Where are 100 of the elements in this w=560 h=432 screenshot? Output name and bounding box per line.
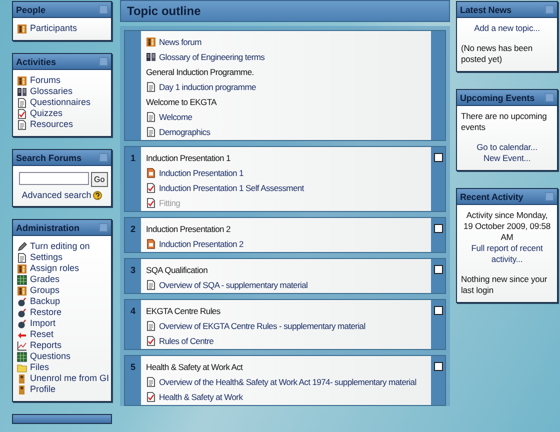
section-heading: Topic outline: [120, 0, 450, 22]
people-icon: [17, 286, 27, 296]
activity-link[interactable]: News forum: [146, 34, 428, 49]
checklist-icon: [17, 108, 27, 118]
ball-icon: [17, 296, 27, 306]
document-icon: [146, 280, 156, 290]
checkbox[interactable]: [434, 306, 442, 315]
section-label: Welcome to EKGTA: [146, 96, 218, 108]
activity-link[interactable]: Overview of the Health& Safety at Work Act 1974- supplementary material: [146, 374, 428, 389]
menu-link[interactable]: Profile: [17, 384, 107, 395]
menu-link[interactable]: Unenrol me from GI: [17, 373, 107, 384]
news-link[interactable]: New Event...: [461, 153, 553, 164]
grid-icon: [17, 274, 27, 284]
slides-icon: [146, 168, 156, 178]
menu-link[interactable]: Reports: [17, 340, 107, 351]
search-field[interactable]: [19, 172, 89, 185]
people-icon: [17, 24, 27, 34]
activity-link[interactable]: Glossary of Engineering terms: [146, 49, 428, 64]
section-label: General Induction Programme.: [146, 66, 255, 79]
pencil-icon: [17, 242, 27, 252]
people-icon: [17, 264, 27, 274]
document-icon: [146, 376, 156, 386]
activity-link[interactable]: Rules of Centre: [146, 333, 428, 348]
section-number: 3: [129, 264, 136, 277]
news-link[interactable]: Add a new topic...: [461, 23, 553, 34]
section-label: SQA Qualification: [146, 264, 209, 277]
menu-link[interactable]: Turn editing on: [17, 241, 107, 252]
checklist-icon: [146, 392, 156, 402]
menu-link[interactable]: Groups: [17, 285, 107, 296]
book-icon: [17, 86, 27, 96]
info-text: Nothing new since your last login: [461, 274, 548, 296]
section-label: Induction Presentation 2: [146, 222, 232, 236]
help-icon[interactable]: [93, 190, 102, 200]
activity-link[interactable]: Induction Presentation 1: [146, 165, 428, 180]
block-title: Upcoming Events: [460, 92, 535, 102]
section-number: 5: [129, 361, 136, 374]
activity-link[interactable]: Overview of EKGTA Centre Rules - supplementary material: [146, 318, 428, 333]
checklist-icon: [146, 182, 156, 192]
section-label: Induction Presentation 1: [146, 152, 232, 164]
folder-icon: [17, 362, 27, 372]
menu-link[interactable]: Grades: [17, 274, 107, 285]
info-text: (No news has been posted yet): [461, 43, 534, 65]
chart-icon: [17, 340, 27, 350]
activity-link[interactable]: Overview of SQA - supplementary material: [146, 277, 428, 292]
go-button[interactable]: Go: [91, 172, 108, 187]
activity-link[interactable]: Day 1 induction programme: [146, 79, 428, 94]
menu-link[interactable]: Import: [17, 318, 107, 329]
news-link[interactable]: Full report of recent activity...: [461, 243, 553, 265]
checkbox[interactable]: [434, 224, 442, 233]
activity-link[interactable]: Health & Safety at Work: [146, 389, 428, 404]
menu-link[interactable]: Assign roles: [17, 263, 107, 274]
slides-icon: [146, 238, 156, 248]
block-title: Recent Activity: [460, 192, 524, 202]
activity-link[interactable]: Induction Presentation 1 Self Assessment: [146, 180, 428, 195]
people-icon: [17, 76, 27, 86]
section-number: 2: [129, 223, 136, 236]
block-title: People: [16, 4, 46, 14]
block-title: Search Forums: [16, 152, 82, 162]
block-title: Activities: [16, 56, 56, 66]
news-link[interactable]: Go to calendar...: [461, 142, 553, 153]
grid-icon: [17, 352, 27, 362]
document-icon: [17, 120, 27, 130]
activity-note: Activity since Monday, 19 October 2009, 09:58 AM: [462, 210, 552, 243]
checkbox[interactable]: [434, 265, 442, 274]
info-text: There are no upcoming events: [461, 111, 548, 133]
menu-link[interactable]: Reset: [17, 329, 107, 340]
checklist-icon: [146, 198, 156, 208]
document-icon: [146, 82, 156, 92]
checkbox[interactable]: [434, 362, 442, 371]
document-icon: [146, 126, 156, 136]
menu-link[interactable]: Restore: [17, 307, 107, 318]
activity-link[interactable]: Demographics: [146, 124, 428, 139]
menu-link[interactable]: Settings: [17, 252, 107, 263]
document-icon: [17, 252, 27, 262]
menu-link[interactable]: Glossaries: [17, 86, 107, 97]
menu-link[interactable]: Questions: [17, 351, 107, 362]
ball-icon: [17, 308, 27, 318]
checkbox[interactable]: [434, 153, 442, 162]
section-label: Health & Safety at Work Act: [146, 360, 244, 374]
activity-link[interactable]: Welcome: [146, 109, 428, 124]
menu-link[interactable]: Forums: [17, 75, 107, 86]
menu-link[interactable]: Quizzes: [17, 108, 107, 119]
ball-icon: [17, 318, 27, 328]
book-icon: [146, 52, 156, 62]
document-icon: [17, 98, 27, 108]
section-number: 1: [129, 152, 136, 165]
menu-link[interactable]: Questionnaires: [17, 97, 107, 108]
menu-link[interactable]: Backup: [17, 296, 107, 307]
checklist-icon: [146, 336, 156, 346]
block-title: Administration: [16, 222, 80, 232]
block-title: Latest News: [460, 4, 512, 14]
document-icon: [146, 112, 156, 122]
section-label: EKGTA Centre Rules: [146, 304, 222, 318]
section-number: 4: [129, 305, 136, 318]
menu-link[interactable]: Files: [17, 362, 107, 373]
document-icon: [146, 320, 156, 330]
activity-link[interactable]: Induction Presentation 2: [146, 236, 428, 251]
advanced-search-link[interactable]: Advanced search: [22, 190, 92, 200]
menu-link[interactable]: Resources: [17, 119, 107, 130]
people-icon: [146, 36, 156, 46]
